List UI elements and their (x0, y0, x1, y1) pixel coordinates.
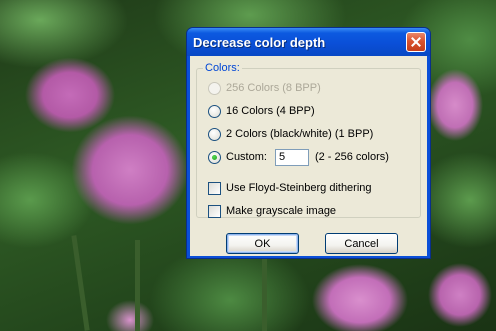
checkbox[interactable] (208, 181, 221, 195)
custom-range-hint: (2 - 256 colors) (314, 151, 389, 163)
decrease-color-depth-dialog: Decrease color depth Colors: 256 Colors … (186, 27, 431, 259)
cancel-button[interactable]: Cancel (325, 233, 398, 254)
title-bar[interactable]: Decrease color depth (187, 28, 430, 56)
checkbox-label[interactable]: Make grayscale image (226, 205, 336, 217)
radio-button[interactable] (208, 104, 221, 118)
lily-stem (71, 235, 90, 331)
checkbox-grayscale[interactable]: Make grayscale image (208, 203, 336, 219)
ok-button[interactable]: OK (226, 233, 299, 254)
checkbox-label[interactable]: Use Floyd-Steinberg dithering (226, 182, 372, 194)
radio-16-colors[interactable]: 16 Colors (4 BPP) (208, 103, 315, 119)
radio-256-colors: 256 Colors (8 BPP) (208, 80, 321, 96)
radio-button[interactable] (208, 150, 221, 164)
custom-colors-input[interactable] (274, 148, 309, 166)
checkbox[interactable] (208, 204, 221, 218)
radio-label[interactable]: 2 Colors (black/white) (1 BPP) (226, 128, 373, 140)
lily-stem (262, 250, 267, 331)
radio-label[interactable]: 16 Colors (4 BPP) (226, 105, 315, 117)
lily-stem (135, 240, 140, 331)
colors-group-label: Colors: (203, 62, 242, 74)
radio-custom[interactable]: Custom: (2 - 256 colors) (208, 148, 389, 166)
radio-button (208, 81, 221, 95)
radio-label: 256 Colors (8 BPP) (226, 82, 321, 94)
radio-2-colors[interactable]: 2 Colors (black/white) (1 BPP) (208, 126, 373, 142)
checkbox-floyd-steinberg[interactable]: Use Floyd-Steinberg dithering (208, 180, 372, 196)
radio-button[interactable] (208, 127, 221, 141)
radio-label[interactable]: Custom: (226, 151, 267, 163)
close-button[interactable] (406, 32, 426, 52)
dialog-title: Decrease color depth (193, 35, 326, 50)
dialog-client-area: Colors: 256 Colors (8 BPP) 16 Colors (4 … (190, 56, 427, 256)
